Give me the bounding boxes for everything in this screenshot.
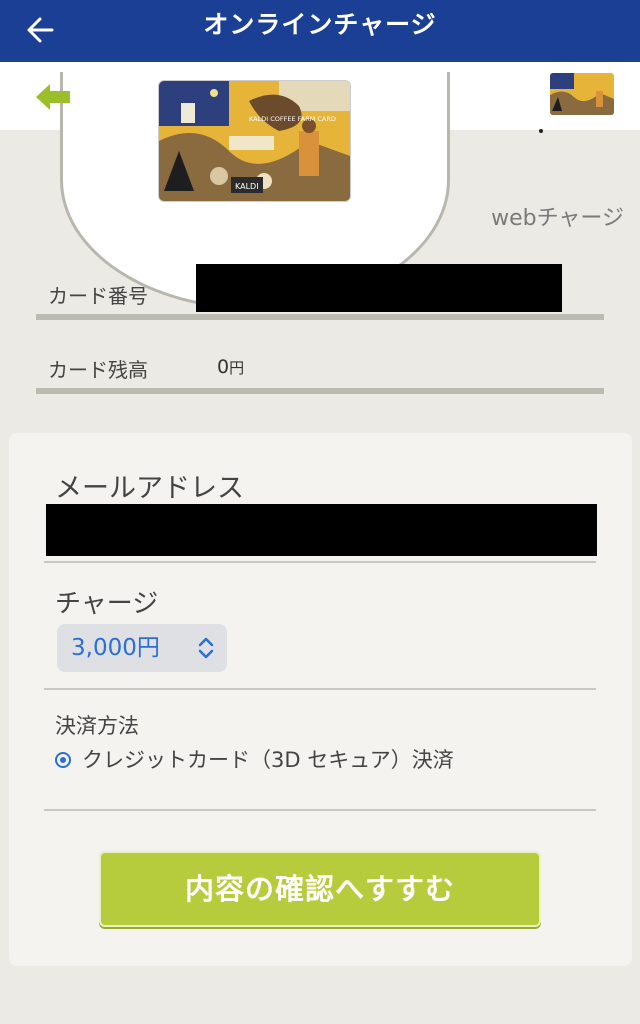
charge-amount-select[interactable]: 3,000円 bbox=[57, 624, 227, 672]
charge-label: チャージ bbox=[55, 589, 159, 619]
card-balance-label: カード残高 bbox=[48, 358, 148, 382]
confirm-button[interactable]: 内容の確認へすすむ bbox=[99, 851, 541, 927]
card-balance-row: カード残高 0円 bbox=[36, 340, 604, 394]
card-thumbnail[interactable] bbox=[550, 73, 614, 115]
app-header: オンラインチャージ bbox=[0, 0, 640, 62]
card-image: KALDI COFFEE FARM CARD KALDI bbox=[158, 80, 351, 202]
balance-amount: 0 bbox=[217, 356, 230, 378]
divider bbox=[44, 688, 596, 690]
charge-amount-value: 3,000円 bbox=[71, 635, 160, 661]
card-balance-value: 0円 bbox=[217, 356, 244, 378]
svg-text:KALDI COFFEE FARM CARD: KALDI COFFEE FARM CARD bbox=[249, 115, 336, 123]
page-title: オンラインチャージ bbox=[203, 10, 437, 39]
payment-method-label: 決済方法 bbox=[55, 714, 139, 738]
divider bbox=[44, 809, 596, 811]
card-number-label: カード番号 bbox=[48, 284, 148, 308]
page-indicator-dot bbox=[539, 129, 543, 133]
divider bbox=[44, 561, 596, 563]
email-field-redacted[interactable] bbox=[46, 504, 597, 556]
previous-card-arrow-icon[interactable] bbox=[34, 82, 72, 112]
web-charge-label: webチャージ bbox=[491, 206, 624, 231]
card-number-row: カード番号 bbox=[36, 262, 604, 320]
card-number-redacted bbox=[196, 264, 562, 312]
balance-unit: 円 bbox=[229, 359, 245, 377]
svg-text:KALDI: KALDI bbox=[235, 182, 259, 191]
email-label: メールアドレス bbox=[55, 473, 244, 504]
select-chevron-icon bbox=[197, 636, 215, 660]
payment-radio[interactable] bbox=[55, 752, 71, 768]
payment-option-label[interactable]: クレジットカード（3D セキュア）決済 bbox=[82, 744, 454, 774]
